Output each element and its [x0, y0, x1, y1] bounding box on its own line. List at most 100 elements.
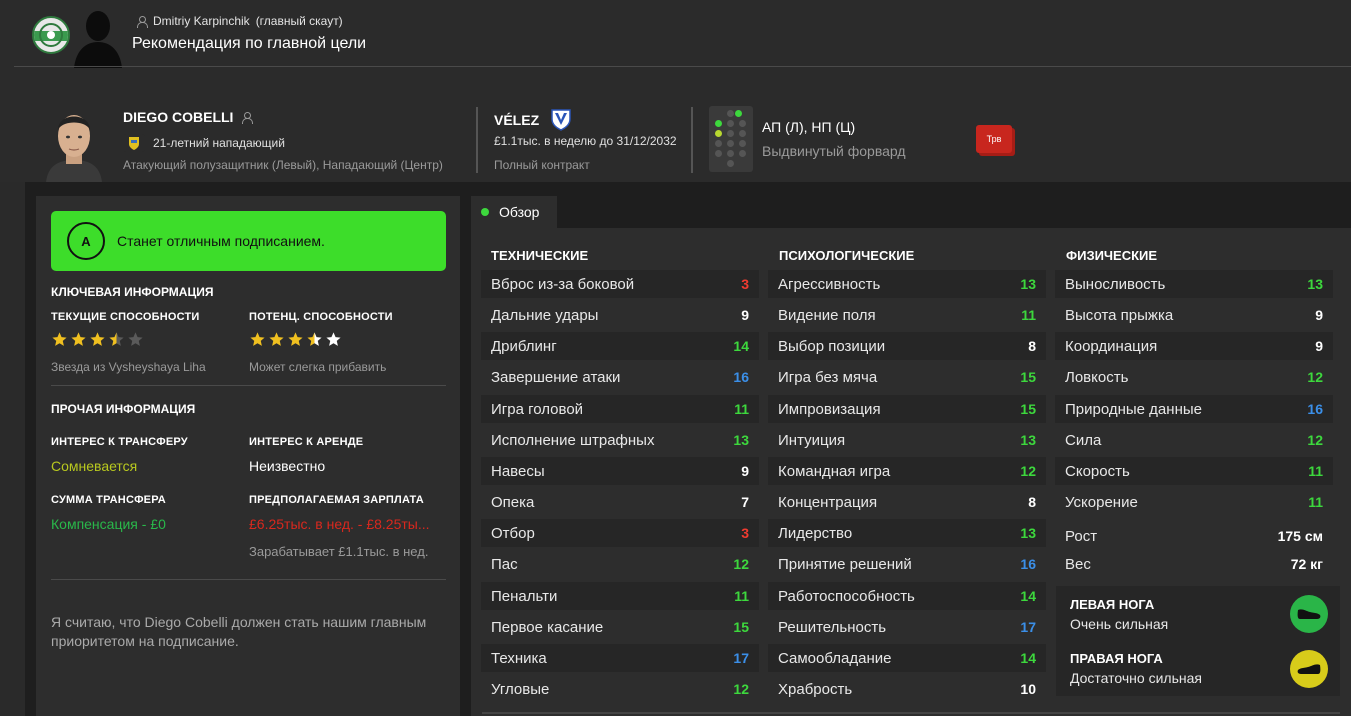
- attribute-name: Навесы: [491, 462, 545, 480]
- tab-strip: [471, 196, 1351, 228]
- transfer-fee-value: Компенсация - £0: [51, 516, 166, 532]
- attribute-row[interactable]: Видение поля 11: [768, 301, 1046, 329]
- position-pitch-icon[interactable]: [709, 106, 753, 172]
- attribute-row[interactable]: Работоспособность 14: [768, 582, 1046, 610]
- technical-title: ТЕХНИЧЕСКИЕ: [491, 248, 589, 263]
- scout-name[interactable]: Dmitriy Karpinchik: [153, 14, 250, 28]
- contract-type: Полный контракт: [494, 158, 590, 172]
- potential-ability-label: ПОТЕНЦ. СПОСОБНОСТИ: [249, 311, 393, 323]
- attribute-row[interactable]: Храбрость 10: [768, 675, 1046, 703]
- star-icon: [268, 331, 285, 348]
- player-age: 21-летний нападающий: [153, 136, 285, 150]
- attribute-value: 12: [1020, 463, 1036, 479]
- attribute-row[interactable]: Выносливость 13: [1055, 270, 1333, 298]
- attribute-row[interactable]: Техника 17: [481, 644, 759, 672]
- attribute-value: 13: [1020, 432, 1036, 448]
- player-name[interactable]: DIEGO COBELLI: [123, 109, 254, 125]
- left-foot-value: Очень сильная: [1070, 616, 1169, 632]
- attribute-value: 15: [1020, 369, 1036, 385]
- attribute-row[interactable]: Агрессивность 13: [768, 270, 1046, 298]
- attribute-row[interactable]: Дриблинг 14: [481, 332, 759, 360]
- club-name[interactable]: VÉLEZ: [494, 109, 571, 131]
- star-icon: [306, 331, 323, 348]
- attribute-row[interactable]: Интуиция 13: [768, 426, 1046, 454]
- scout-info[interactable]: Dmitriy Karpinchik (главный скаут): [136, 14, 343, 28]
- role-name: Выдвинутый форвард: [762, 143, 906, 159]
- attribute-name: Решительность: [778, 618, 887, 636]
- attribute-row[interactable]: Опека 7: [481, 488, 759, 516]
- attribute-row[interactable]: Импровизация 15: [768, 395, 1046, 423]
- attribute-value: 11: [1308, 463, 1323, 479]
- player-age-line: 21-летний нападающий: [123, 134, 285, 152]
- attribute-name: Интуиция: [778, 431, 846, 449]
- club-name-text[interactable]: VÉLEZ: [494, 112, 539, 128]
- attribute-row[interactable]: Сила 12: [1055, 426, 1333, 454]
- injury-badge[interactable]: Трв: [976, 125, 1012, 153]
- tab-label[interactable]: Обзор: [499, 204, 539, 220]
- attribute-row[interactable]: Природные данные 16: [1055, 395, 1333, 423]
- attribute-value: 13: [1307, 276, 1323, 292]
- player-name-text[interactable]: DIEGO COBELLI: [123, 109, 233, 125]
- attribute-name: Дальние удары: [491, 306, 599, 324]
- attribute-row[interactable]: Ловкость 12: [1055, 363, 1333, 391]
- attribute-value: 11: [734, 401, 749, 417]
- attribute-value: 14: [1020, 588, 1036, 604]
- role-positions: АП (Л), НП (Ц): [762, 119, 856, 135]
- attribute-name: Ускорение: [1065, 493, 1138, 511]
- attribute-row[interactable]: Исполнение штрафных 13: [481, 426, 759, 454]
- scout-comment: Я считаю, что Diego Cobelli должен стать…: [51, 614, 427, 649]
- attribute-row[interactable]: Завершение атаки 16: [481, 363, 759, 391]
- attribute-row[interactable]: Угловые 12: [481, 675, 759, 703]
- attribute-row[interactable]: Скорость 11: [1055, 457, 1333, 485]
- attribute-row[interactable]: Навесы 9: [481, 457, 759, 485]
- attribute-value: 13: [1020, 276, 1036, 292]
- transfer-interest-label: ИНТЕРЕС К ТРАНСФЕРУ: [51, 436, 188, 448]
- loan-interest-label: ИНТЕРЕС К АРЕНДЕ: [249, 436, 364, 448]
- grade-text: Станет отличным подписанием.: [117, 233, 325, 249]
- position-dot: [739, 140, 746, 147]
- attribute-row[interactable]: Высота прыжка 9: [1055, 301, 1333, 329]
- attribute-value: 16: [733, 369, 749, 385]
- divider: [51, 385, 446, 386]
- attribute-row[interactable]: Игра головой 11: [481, 395, 759, 423]
- right-foot-label: ПРАВАЯ НОГА: [1070, 651, 1163, 666]
- attribute-row[interactable]: Пас 12: [481, 550, 759, 578]
- attribute-name: Принятие решений: [778, 555, 912, 573]
- attribute-row[interactable]: Отбор 3: [481, 519, 759, 547]
- attribute-row[interactable]: Координация 9: [1055, 332, 1333, 360]
- potential-ability-note: Может слегка прибавить: [249, 360, 387, 374]
- attribute-value: 9: [1315, 338, 1323, 354]
- attribute-value: 3: [741, 276, 749, 292]
- attribute-row[interactable]: Лидерство 13: [768, 519, 1046, 547]
- contract-info: £1.1тыс. в неделю до 31/12/2032: [494, 134, 677, 148]
- scout-avatar: [74, 11, 122, 68]
- attribute-row[interactable]: Самообладание 14: [768, 644, 1046, 672]
- attribute-row[interactable]: Ускорение 11: [1055, 488, 1333, 516]
- transfer-fee-label: СУММА ТРАНСФЕРА: [51, 494, 166, 506]
- attribute-row[interactable]: Выбор позиции 8: [768, 332, 1046, 360]
- attribute-row[interactable]: Командная игра 12: [768, 457, 1046, 485]
- position-dot: [727, 120, 734, 127]
- attribute-row[interactable]: Концентрация 8: [768, 488, 1046, 516]
- nation-flag-icon[interactable]: [123, 134, 145, 152]
- attribute-row[interactable]: Принятие решений 16: [768, 550, 1046, 578]
- expected-wage-label: ПРЕДПОЛАГАЕМАЯ ЗАРПЛАТА: [249, 494, 424, 506]
- attribute-row[interactable]: Рост 175 см: [1055, 522, 1333, 550]
- attribute-row[interactable]: Вес 72 кг: [1055, 550, 1333, 578]
- attribute-name: Ловкость: [1065, 368, 1129, 386]
- attribute-value: 13: [1020, 525, 1036, 541]
- attribute-row[interactable]: Дальние удары 9: [481, 301, 759, 329]
- loan-interest-value: Неизвестно: [249, 458, 326, 474]
- position-dot: [739, 120, 746, 127]
- attribute-row[interactable]: Вброс из-за боковой 3: [481, 270, 759, 298]
- tab-overview[interactable]: Обзор: [471, 196, 557, 228]
- attribute-row[interactable]: Решительность 17: [768, 613, 1046, 641]
- attribute-value: 12: [1307, 432, 1323, 448]
- grade-letter: A: [67, 222, 105, 260]
- page-title: Рекомендация по главной цели: [132, 35, 367, 52]
- attribute-value: 13: [733, 432, 749, 448]
- attribute-row[interactable]: Пенальти 11: [481, 582, 759, 610]
- attribute-row[interactable]: Игра без мяча 15: [768, 363, 1046, 391]
- divider: [51, 579, 446, 580]
- attribute-row[interactable]: Первое касание 15: [481, 613, 759, 641]
